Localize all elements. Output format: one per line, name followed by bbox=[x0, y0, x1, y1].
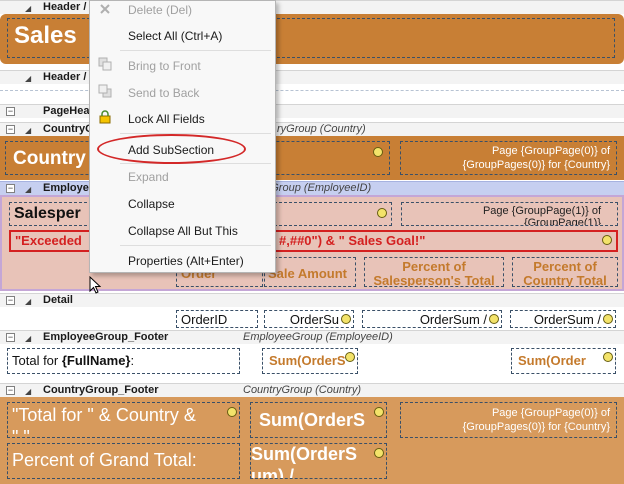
binding-icon bbox=[602, 235, 612, 245]
sum-orders-text: Sum(OrderS bbox=[259, 410, 366, 430]
page-text-1: Page {GroupPage(1)} of bbox=[482, 205, 601, 217]
band-name: Detail bbox=[43, 294, 73, 306]
order-sum-pct1-field[interactable]: OrderSum / bbox=[362, 310, 502, 328]
binding-icon bbox=[603, 314, 613, 324]
bring-to-front-icon bbox=[98, 57, 112, 71]
band-header-bar-employee-footer[interactable]: − ◢ EmployeeGroup_Footer EmployeeGroup (… bbox=[0, 330, 624, 344]
col-pct-sp-l2: Salesperson's Total bbox=[373, 273, 495, 287]
menu-separator bbox=[120, 245, 271, 246]
order-sum-field[interactable]: OrderSu bbox=[264, 310, 354, 328]
menu-item-bring-front[interactable]: Bring to Front bbox=[128, 57, 201, 75]
order-sum-pct2-field[interactable]: OrderSum / bbox=[510, 310, 616, 328]
detail-body[interactable]: OrderID OrderSu OrderSum / OrderSum / bbox=[0, 307, 624, 329]
binding-icon bbox=[374, 407, 384, 417]
sum-order-text-2: Sum(Order bbox=[518, 353, 586, 368]
lock-icon bbox=[99, 110, 111, 124]
band-header-bar-country-footer[interactable]: − ◢ CountryGroup_Footer CountryGroup (Co… bbox=[0, 383, 624, 397]
collapse-box-icon[interactable]: − bbox=[6, 125, 15, 134]
exceeded-tail: #,##0") & " Sales Goal!" bbox=[279, 233, 426, 248]
mouse-cursor-icon bbox=[89, 276, 101, 294]
band-name: Header / bbox=[43, 71, 87, 83]
group-page-field[interactable]: Page {GroupPage(0)} of {GroupPages(0)} f… bbox=[400, 141, 617, 175]
order-id-field[interactable]: OrderID bbox=[176, 310, 258, 328]
page-text-2: {GroupPages(0)} for {Country} bbox=[462, 421, 610, 433]
pct-grand-field[interactable]: Percent of Grand Total: bbox=[7, 443, 240, 479]
pct-grand-text: Percent of Grand Total: bbox=[12, 450, 197, 470]
exceeded-text: "Exceeded bbox=[15, 233, 82, 248]
binding-icon bbox=[345, 352, 355, 362]
sum-orders-field[interactable]: Sum(OrderS bbox=[250, 402, 387, 438]
menu-item-lock-fields[interactable]: Lock All Fields bbox=[128, 110, 205, 128]
col-pct-country-header[interactable]: Percent of Country Total bbox=[512, 257, 618, 287]
sum-orders2-field[interactable]: Sum(OrderS um) / bbox=[250, 443, 387, 479]
country-footer-body[interactable]: "Total for " & Country & " " Sum(OrderS … bbox=[0, 397, 624, 484]
binding-icon bbox=[603, 352, 613, 362]
sum-orders2-l2: um) / bbox=[251, 466, 294, 479]
band-desc: CountryGroup (Country) bbox=[243, 384, 361, 396]
page-text-2: {GroupPage(1)} bbox=[523, 217, 601, 226]
report-title: Sales bbox=[14, 22, 77, 49]
band-desc: ryGroup (Country) bbox=[277, 123, 366, 135]
total-line-1: "Total for " & Country & bbox=[12, 405, 196, 425]
binding-icon bbox=[377, 208, 387, 218]
group-page-field[interactable]: Page {GroupPage(1)} of {GroupPage(1)} bbox=[401, 202, 618, 226]
binding-icon bbox=[374, 448, 384, 458]
page-text-1: Page {GroupPage(0)} of bbox=[491, 145, 610, 157]
total-for-text: Total for {FullName}: bbox=[12, 353, 135, 368]
sum-order-text: Sum(OrderS bbox=[269, 353, 346, 368]
collapse-box-icon[interactable]: − bbox=[6, 184, 15, 193]
binding-icon bbox=[373, 147, 383, 157]
page-text-2: {GroupPages(0)} for {Country} bbox=[462, 159, 610, 171]
collapse-box-icon[interactable]: − bbox=[6, 296, 15, 305]
col-sale-amount-text: Sale Amount bbox=[268, 266, 347, 281]
menu-item-collapse-all-but[interactable]: Collapse All But This bbox=[128, 222, 238, 240]
band-desc: EmployeeGroup (EmployeeID) bbox=[243, 331, 393, 343]
collapse-box-icon[interactable]: − bbox=[6, 107, 15, 116]
band-name: EmployeeGroup_Footer bbox=[43, 331, 169, 343]
order-sum-pct1-text: OrderSum / bbox=[419, 312, 487, 327]
sum-order-field[interactable]: Sum(OrderS bbox=[262, 348, 358, 374]
collapse-box-icon[interactable]: − bbox=[6, 333, 15, 342]
page-text-1: Page {GroupPage(0)} of bbox=[491, 407, 610, 419]
total-line-2: " " bbox=[12, 427, 30, 438]
band-name: CountryG bbox=[43, 123, 94, 135]
order-sum-text: OrderSu bbox=[289, 312, 339, 327]
employee-footer-body[interactable]: Total for {FullName}: Sum(OrderS Sum(Ord… bbox=[0, 344, 624, 380]
menu-item-properties[interactable]: Properties (Alt+Enter) bbox=[128, 252, 244, 270]
binding-icon bbox=[341, 314, 351, 324]
col-pct-salesperson-header[interactable]: Percent of Salesperson's Total bbox=[364, 257, 504, 287]
binding-icon bbox=[227, 407, 237, 417]
sum-order-field-2[interactable]: Sum(Order bbox=[511, 348, 616, 374]
menu-item-expand[interactable]: Expand bbox=[128, 168, 169, 186]
salesperson-text: Salesper bbox=[14, 205, 81, 222]
band-name: CountryGroup_Footer bbox=[43, 384, 159, 396]
band-name: Header / bbox=[43, 1, 87, 13]
country-text: Country bbox=[13, 148, 86, 169]
total-for-field[interactable]: Total for {FullName}: bbox=[7, 348, 240, 374]
menu-item-send-back[interactable]: Send to Back bbox=[128, 84, 199, 102]
col-pct-c-l1: Percent of bbox=[533, 259, 597, 274]
highlight-annotation bbox=[97, 134, 246, 164]
sum-orders2-l1: Sum(OrderS bbox=[251, 444, 358, 464]
menu-item-select-all[interactable]: Select All (Ctrl+A) bbox=[128, 27, 222, 45]
col-sale-amount-header[interactable]: Sale Amount bbox=[264, 257, 356, 287]
send-to-back-icon bbox=[98, 84, 112, 98]
menu-item-delete[interactable]: Delete (Del) bbox=[128, 1, 192, 19]
binding-icon bbox=[489, 314, 499, 324]
group-page-field[interactable]: Page {GroupPage(0)} of {GroupPages(0)} f… bbox=[400, 402, 617, 438]
delete-icon bbox=[100, 4, 110, 14]
order-sum-pct2-text: OrderSum / bbox=[533, 312, 601, 327]
band-header-bar-detail[interactable]: − ◢ Detail bbox=[0, 293, 624, 307]
menu-item-collapse[interactable]: Collapse bbox=[128, 195, 175, 213]
collapse-box-icon[interactable]: − bbox=[6, 386, 15, 395]
band-name: Employe bbox=[43, 182, 89, 194]
col-pct-sp-l1: Percent of bbox=[402, 259, 466, 274]
order-id-text: OrderID bbox=[181, 312, 228, 327]
col-pct-c-l2: Country Total bbox=[523, 273, 607, 287]
menu-separator bbox=[120, 50, 271, 51]
total-for-country-field[interactable]: "Total for " & Country & " " bbox=[7, 402, 240, 438]
